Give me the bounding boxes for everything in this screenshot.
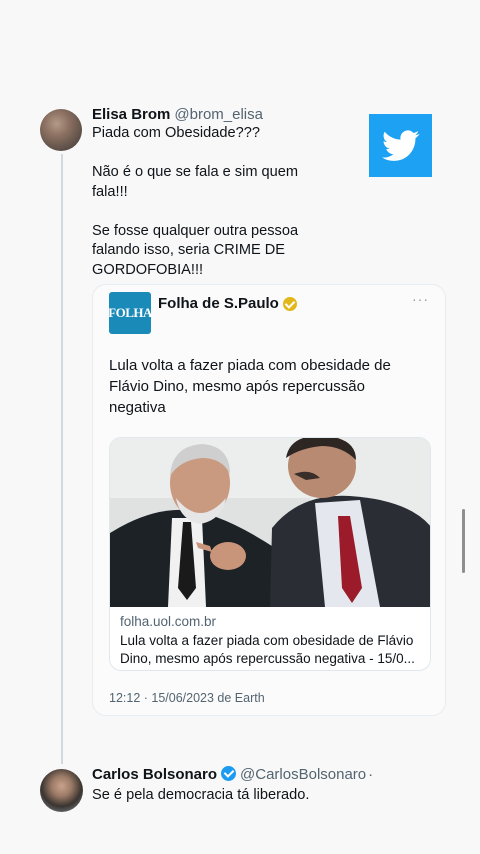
twitter-logo-icon	[369, 114, 432, 177]
author-handle[interactable]: @CarlosBolsonaro	[240, 766, 366, 783]
avatar[interactable]	[40, 769, 83, 812]
scrollbar[interactable]	[462, 509, 465, 573]
more-options-icon[interactable]: ···	[412, 291, 429, 307]
separator-dot: ·	[368, 766, 374, 783]
embedded-tweet-text: Lula volta a fazer piada com obesidade d…	[109, 357, 391, 416]
link-title[interactable]: Lula volta a fazer piada com obesidade d…	[120, 632, 425, 668]
news-photo	[110, 438, 430, 607]
link-domain[interactable]: folha.uol.com.br	[120, 614, 216, 629]
thread-connector-line	[61, 154, 63, 764]
embedded-author[interactable]: Folha de S.Paulo	[158, 295, 297, 312]
verified-badge-icon	[282, 296, 297, 311]
tweet-header: Carlos Bolsonaro @CarlosBolsonaro ·	[92, 766, 373, 783]
author-name[interactable]: Carlos Bolsonaro	[92, 766, 217, 783]
author-handle[interactable]: @brom_elisa	[174, 106, 263, 123]
author-name[interactable]: Elisa Brom	[92, 106, 170, 123]
embedded-tweet-card[interactable]: FOLHA Folha de S.Paulo ··· Lula volta a …	[92, 284, 446, 716]
link-preview-card[interactable]: folha.uol.com.br Lula volta a fazer piad…	[109, 437, 431, 671]
verified-badge-icon	[221, 766, 237, 781]
folha-logo[interactable]: FOLHA	[108, 292, 152, 334]
tweet-text: Se é pela democracia tá liberado.	[92, 787, 310, 803]
embedded-author-name[interactable]: Folha de S.Paulo	[158, 295, 279, 312]
tweet-header: Elisa Brom @brom_elisa	[92, 106, 263, 123]
tweet-timestamp[interactable]: 12:12 · 15/06/2023 de Earth	[109, 691, 265, 705]
avatar[interactable]	[40, 109, 82, 151]
